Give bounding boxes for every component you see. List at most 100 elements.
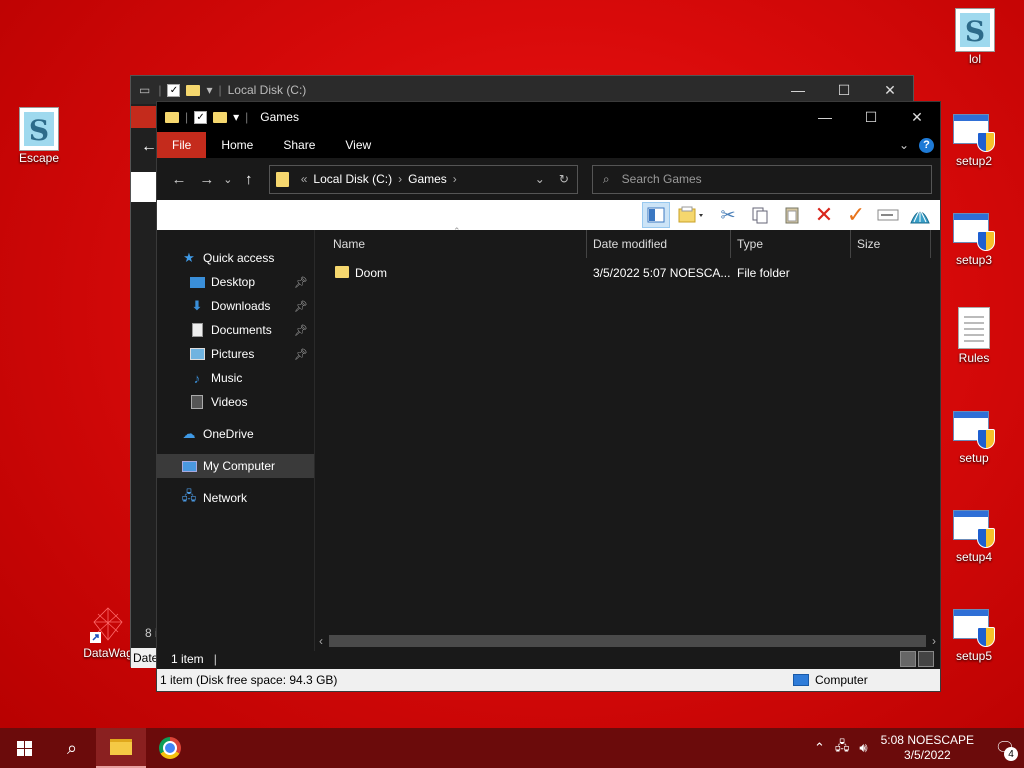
- shortcut-arrow-icon: [88, 604, 128, 644]
- folder-icon: [275, 171, 289, 187]
- refresh-icon[interactable]: ↻: [559, 172, 569, 186]
- horizontal-scrollbar[interactable]: ‹ ›: [319, 633, 936, 649]
- breadcrumb-local-disk[interactable]: Local Disk (C:): [313, 172, 392, 186]
- desktop-icon-setup4[interactable]: setup4: [942, 506, 1006, 564]
- nav-pictures[interactable]: Pictures 📌︎: [157, 342, 314, 366]
- column-name[interactable]: Name: [315, 230, 587, 258]
- nav-videos[interactable]: Videos: [157, 390, 314, 414]
- navigation-pane: ★ Quick access Desktop 📌︎ ⬇ Downloads 📌︎…: [157, 230, 315, 651]
- explorer-window[interactable]: | ✓ ▾ | Games — ☐ ✕ File Home Share View…: [156, 101, 941, 692]
- desktop-icon-rules[interactable]: Rules: [942, 307, 1006, 365]
- breadcrumb-separator-icon[interactable]: ›: [398, 172, 402, 186]
- network-status-icon[interactable]: 🖧︎: [835, 737, 850, 759]
- column-type[interactable]: Type: [731, 230, 851, 258]
- tab-file[interactable]: File: [157, 132, 207, 158]
- forward-button[interactable]: →: [193, 171, 221, 188]
- window-titlebar[interactable]: | ✓ ▾ | Games — ☐ ✕: [157, 102, 940, 132]
- properties-icon[interactable]: ✓: [194, 110, 208, 124]
- search-input[interactable]: Search Games: [622, 172, 702, 186]
- clock-time: 5:08 NOESCAPE: [880, 733, 974, 747]
- minimize-button[interactable]: —: [775, 76, 821, 104]
- new-folder-dropdown-icon[interactable]: [674, 202, 710, 228]
- clock-date: 3/5/2022: [903, 748, 951, 762]
- desktop-icon-setup[interactable]: setup: [942, 407, 1006, 465]
- checkmark-icon[interactable]: ✓: [842, 202, 870, 228]
- nav-documents[interactable]: Documents 📌︎: [157, 318, 314, 342]
- paste-icon[interactable]: [778, 202, 806, 228]
- large-icons-view-icon[interactable]: [918, 651, 934, 667]
- volume-icon[interactable]: 🔊︎: [859, 740, 867, 756]
- nav-downloads[interactable]: ⬇ Downloads 📌︎: [157, 294, 314, 318]
- address-bar[interactable]: « Local Disk (C:) › Games › ⌄ ↻: [268, 164, 578, 194]
- nav-desktop[interactable]: Desktop 📌︎: [157, 270, 314, 294]
- nav-quick-access[interactable]: ★ Quick access: [157, 246, 314, 270]
- nav-music[interactable]: ♪ Music: [157, 366, 314, 390]
- preview-pane-icon[interactable]: [642, 202, 670, 228]
- desktop-icon-setup2[interactable]: setup2: [942, 110, 1006, 168]
- nav-label: OneDrive: [203, 427, 254, 441]
- search-box[interactable]: ⌕ Search Games: [591, 164, 932, 194]
- nav-onedrive[interactable]: ☁ OneDrive: [157, 422, 314, 446]
- close-button[interactable]: ✕: [894, 102, 940, 132]
- shell-extension-icon[interactable]: [906, 202, 934, 228]
- background-details-fragment: Date: [131, 648, 157, 668]
- command-toolbar: ✂ ✕ ✓: [157, 200, 940, 230]
- scroll-left-icon[interactable]: ‹: [319, 634, 323, 648]
- table-row[interactable]: Doom 3/5/2022 5:07 NOESCA... File folder: [315, 260, 940, 286]
- clock[interactable]: 5:08 NOESCAPE 3/5/2022: [881, 733, 974, 763]
- recent-locations-chevron-icon[interactable]: ⌄: [221, 173, 235, 186]
- file-tab-fragment[interactable]: [131, 106, 157, 128]
- column-date-modified[interactable]: Date modified: [587, 230, 731, 258]
- taskbar-chrome[interactable]: [146, 728, 194, 768]
- address-history-chevron-icon[interactable]: ⌄: [535, 172, 545, 186]
- back-arrow-icon[interactable]: ←: [141, 138, 157, 156]
- row-type: File folder: [737, 266, 790, 280]
- background-window-titlebar[interactable]: ▭ | ✓ ▾ | Local Disk (C:) — ☐ ✕: [131, 76, 913, 104]
- desktop-icon-label: Escape: [18, 151, 60, 165]
- system-tray: ⌃ 🖧︎ 🔊︎ 5:08 NOESCAPE 3/5/2022 🗨︎ 4: [809, 728, 1024, 768]
- search-button[interactable]: ⌕: [48, 728, 96, 768]
- desktop-icon-escape[interactable]: S Escape: [7, 107, 71, 165]
- breadcrumb-games[interactable]: Games: [408, 172, 447, 186]
- desktop-icon-setup3[interactable]: setup3: [942, 209, 1006, 267]
- desktop-icon-setup5[interactable]: setup5: [942, 605, 1006, 663]
- desktop-icon-lol[interactable]: S lol: [943, 8, 1007, 66]
- notification-center-button[interactable]: 🗨︎ 4: [986, 728, 1024, 768]
- tab-home[interactable]: Home: [206, 132, 268, 158]
- breadcrumb-separator-icon[interactable]: ›: [453, 172, 457, 186]
- copy-icon[interactable]: [746, 202, 774, 228]
- location-indicator: Computer: [793, 673, 868, 687]
- tab-view[interactable]: View: [330, 132, 386, 158]
- tab-share[interactable]: Share: [268, 132, 330, 158]
- help-icon[interactable]: ?: [919, 137, 934, 153]
- back-button[interactable]: ←: [165, 171, 193, 188]
- show-hidden-icons-chevron-icon[interactable]: ⌃: [814, 740, 825, 756]
- start-button[interactable]: [0, 728, 48, 768]
- scroll-right-icon[interactable]: ›: [932, 634, 936, 648]
- column-size[interactable]: Size: [851, 230, 931, 258]
- minimize-button[interactable]: —: [802, 102, 848, 132]
- details-view-icon[interactable]: [900, 651, 916, 667]
- taskbar: ⌕ ⌃ 🖧︎ 🔊︎ 5:08 NOESCAPE 3/5/2022 🗨︎ 4: [0, 728, 1024, 768]
- taskbar-file-explorer[interactable]: [96, 728, 146, 768]
- nav-my-computer[interactable]: My Computer: [157, 454, 314, 478]
- rename-icon[interactable]: [874, 202, 902, 228]
- desktop-icon-label: setup2: [955, 154, 993, 168]
- cut-icon[interactable]: ✂: [714, 202, 742, 228]
- maximize-button[interactable]: ☐: [848, 102, 894, 132]
- new-folder-icon[interactable]: [213, 111, 228, 123]
- address-overflow-chevron[interactable]: «: [301, 172, 308, 186]
- scrollbar-thumb[interactable]: [329, 635, 926, 647]
- search-icon: ⌕: [602, 171, 610, 186]
- close-button[interactable]: ✕: [867, 76, 913, 104]
- picture-icon: [189, 347, 205, 361]
- row-name: Doom: [355, 266, 388, 280]
- nav-network[interactable]: 🖧︎ Network: [157, 486, 314, 510]
- customize-quick-access-chevron-icon[interactable]: ▾: [233, 110, 239, 124]
- expand-ribbon-chevron-icon[interactable]: ⌄: [899, 138, 909, 152]
- up-button[interactable]: ↑: [235, 171, 263, 188]
- delete-icon[interactable]: ✕: [810, 202, 838, 228]
- nav-label: Desktop: [211, 275, 256, 289]
- maximize-button[interactable]: ☐: [821, 76, 867, 104]
- sort-indicator-icon: ⌃: [453, 226, 461, 236]
